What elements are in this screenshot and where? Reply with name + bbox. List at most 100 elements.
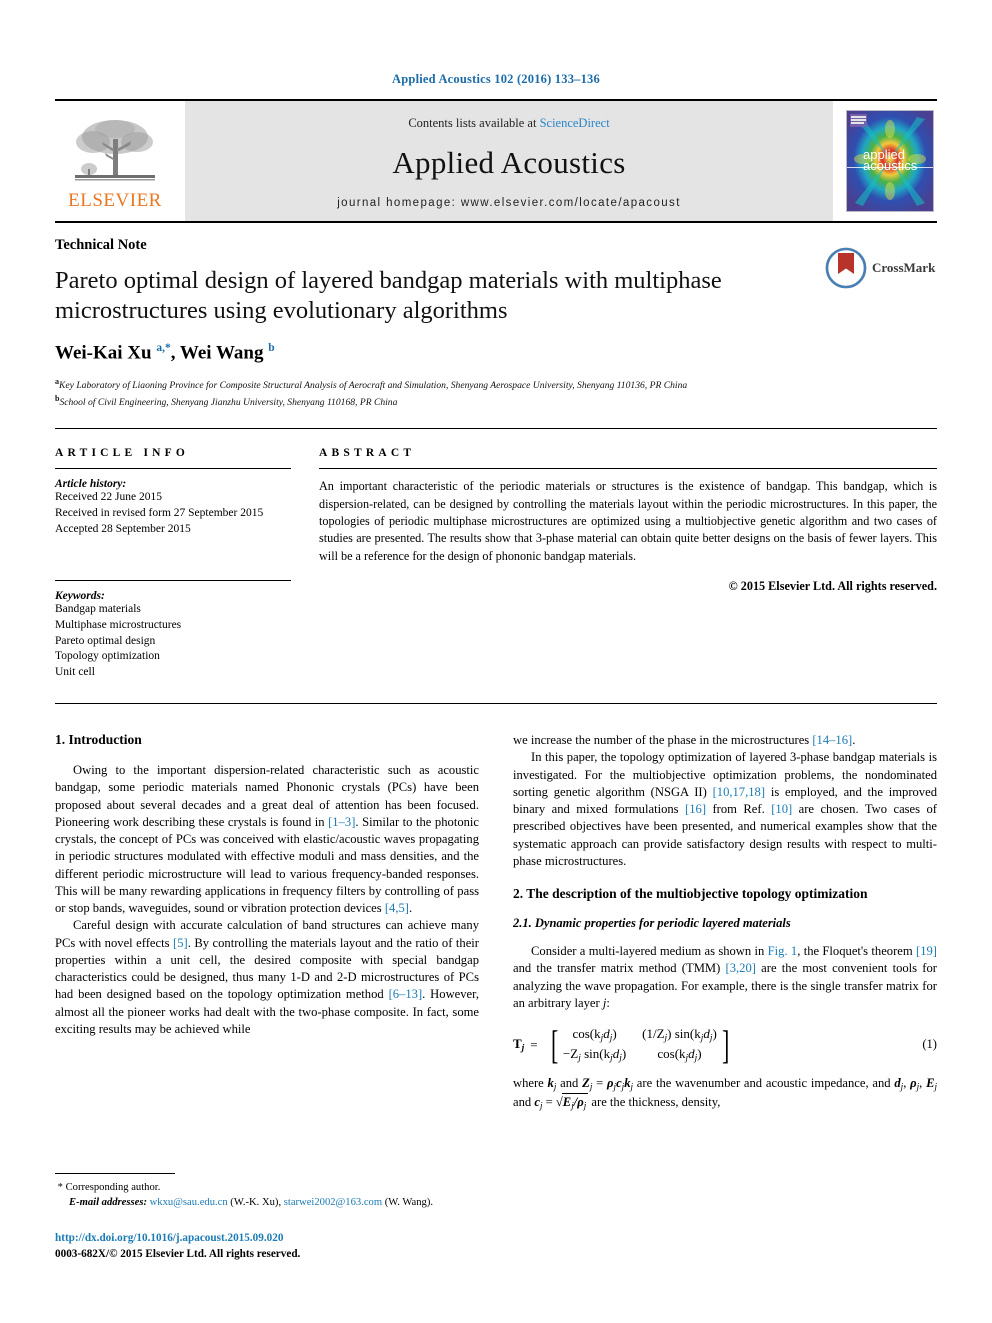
- crossmark-badge[interactable]: CrossMark: [825, 245, 937, 291]
- citation-3-20[interactable]: [3,20]: [726, 961, 756, 975]
- m12-d: ): [712, 1026, 717, 1042]
- m12-b: ) sin(k: [667, 1026, 701, 1042]
- email-link-2[interactable]: starwei2002@163.com: [284, 1197, 382, 1208]
- affil-b-text: School of Civil Engineering, Shenyang Ji…: [59, 397, 398, 409]
- journal-band: Contents lists available at ScienceDirec…: [185, 101, 833, 221]
- s21-part-c: and the transfer matrix method (TMM): [513, 961, 726, 976]
- article-info-heading: ARTICLE INFO: [55, 447, 190, 460]
- ae-E: E: [926, 1076, 935, 1091]
- sqrt-E: E: [562, 1095, 572, 1110]
- intro-paragraph-4: In this paper, the topology optimization…: [513, 749, 937, 870]
- intro-p1-part-c: .: [408, 901, 413, 916]
- after-equation-paragraph: where kj and Zj = ρjcjkj are the wavenum…: [513, 1075, 937, 1112]
- citation-10-17-18[interactable]: [10,17,18]: [713, 785, 765, 799]
- abstract-text: An important characteristic of the perio…: [319, 479, 937, 563]
- journal-cover-thumbnail: applied acoustics: [843, 101, 937, 221]
- citation-1-3[interactable]: [1–3]: [328, 815, 355, 829]
- keywords-label: Keywords:: [55, 589, 105, 602]
- m22-c: ): [697, 1045, 702, 1061]
- intro-p1-part-b: . Similar to the photonic crystals, the …: [55, 814, 480, 916]
- author-separator: , Wei Wang: [170, 342, 269, 364]
- m11-c: ): [612, 1026, 617, 1042]
- paper-page: Applied Acoustics 102 (2016) 133–136 ELS…: [0, 0, 992, 1323]
- s21-part-b: , the Floquet's theorem: [797, 944, 917, 959]
- author-1-name: Wei-Kai Xu: [55, 342, 157, 364]
- right-column: we increase the number of the phase in t…: [513, 732, 937, 1262]
- email-note: E-mail addresses: wkxu@sau.edu.cn (W.-K.…: [55, 1195, 479, 1210]
- ae-h: =: [542, 1095, 556, 1110]
- journal-homepage[interactable]: journal homepage: www.elsevier.com/locat…: [337, 197, 681, 209]
- body-columns: 1. Introduction Owing to the important d…: [55, 732, 937, 1262]
- m21-b: sin(k: [580, 1045, 611, 1061]
- sciencedirect-link[interactable]: ScienceDirect: [540, 116, 610, 130]
- m22-a: cos(k: [657, 1045, 686, 1061]
- citation-16[interactable]: [16]: [685, 802, 706, 816]
- footnote-rule: [55, 1172, 175, 1174]
- matrix-left-bracket: [: [550, 1021, 558, 1067]
- section-2-1-paragraph-1: Consider a multi-layered medium as shown…: [513, 943, 937, 1012]
- keyword-item: Bandgap materials: [55, 602, 141, 615]
- citation-4-5[interactable]: [4,5]: [385, 901, 409, 915]
- equation-1-number: (1): [922, 1037, 937, 1052]
- document-type-label: Technical Note: [55, 237, 147, 253]
- equation-1-row: Tj = [ cos(kjdj) (1/Zj) sin(kjdj) −Zj si…: [513, 1021, 937, 1067]
- article-info-column: ARTICLE INFO Article history: Received 2…: [55, 447, 291, 681]
- ae-d: are the wavenumber and acoustic impedanc…: [633, 1076, 895, 1091]
- contents-available-line: Contents lists available at ScienceDirec…: [408, 116, 609, 131]
- article-info-rule: [55, 468, 291, 470]
- ae-Esub: j: [934, 1081, 938, 1092]
- matrix-cell-11: cos(kjdj): [563, 1026, 626, 1044]
- figure-reference-fig1[interactable]: Fig. 1: [768, 944, 798, 958]
- corresponding-author-note: * Corresponding author.: [55, 1180, 479, 1195]
- author-2-affil-marker[interactable]: b: [268, 342, 274, 354]
- contents-prefix: Contents lists available at: [408, 115, 540, 130]
- history-item: Received 22 June 2015: [55, 491, 162, 504]
- citation-10[interactable]: [10]: [771, 802, 792, 816]
- doi-link[interactable]: http://dx.doi.org/10.1016/j.apacoust.201…: [55, 1232, 283, 1244]
- author-1-affil-marker[interactable]: a,*: [156, 342, 170, 354]
- m21-a: −Z: [562, 1045, 579, 1061]
- citation-6-13[interactable]: [6–13]: [389, 987, 423, 1001]
- s21-part-f: :: [606, 995, 610, 1010]
- matrix-cell-22: cos(kjdj): [642, 1046, 717, 1064]
- intro-paragraph-2: Careful design with accurate calculation…: [55, 917, 479, 1038]
- ae-z: Z: [582, 1076, 590, 1091]
- crossmark-icon: [825, 247, 867, 289]
- sqrt-radicand: Ej/ρj: [561, 1093, 589, 1112]
- keyword-item: Multiphase microstructures: [55, 618, 182, 631]
- page-title: Pareto optimal design of layered bandgap…: [55, 267, 722, 324]
- intro-paragraph-3: we increase the number of the phase in t…: [513, 732, 937, 749]
- matrix-grid: cos(kjdj) (1/Zj) sin(kjdj) −Zj sin(kjdj)…: [561, 1026, 719, 1063]
- journal-masthead: ELSEVIER Contents lists available at Sci…: [55, 99, 937, 221]
- equation-lhs: Tj: [513, 1036, 524, 1054]
- elsevier-logo: ELSEVIER: [55, 101, 175, 221]
- section-heading-introduction: 1. Introduction: [55, 732, 142, 748]
- affiliation-b: bSchool of Civil Engineering, Shenyang J…: [55, 393, 937, 410]
- keyword-item: Pareto optimal design: [55, 634, 156, 647]
- citation-5[interactable]: [5]: [173, 936, 188, 950]
- citation-19[interactable]: [19]: [916, 944, 937, 958]
- equation-lhs-subscript: j: [521, 1043, 525, 1054]
- keyword-item: Unit cell: [55, 666, 95, 679]
- equation-equals: =: [530, 1036, 538, 1052]
- matrix-right-bracket: ]: [721, 1021, 730, 1067]
- abstract-heading: ABSTRACT: [319, 447, 416, 460]
- abstract-copyright: © 2015 Elsevier Ltd. All rights reserved…: [728, 578, 937, 593]
- svg-text:acoustics: acoustics: [863, 158, 918, 173]
- section-heading-2: 2. The description of the multiobjective…: [513, 886, 868, 902]
- ae-c: =: [592, 1076, 608, 1091]
- author-list: Wei-Kai Xu a,*, Wei Wang b: [55, 342, 937, 364]
- running-head: Applied Acoustics 102 (2016) 133–136: [392, 72, 600, 86]
- email-2-owner: (W. Wang).: [382, 1196, 434, 1208]
- abstract-column: ABSTRACT An important characteristic of …: [319, 447, 937, 681]
- subsection-heading-2-1: 2.1. Dynamic properties for periodic lay…: [513, 916, 791, 931]
- ae-i: are the thickness, density,: [588, 1095, 721, 1110]
- email-1-owner: (W.-K. Xu),: [227, 1196, 284, 1208]
- m21-d: ): [621, 1045, 627, 1061]
- equation-1-body: Tj = [ cos(kjdj) (1/Zj) sin(kjdj) −Zj si…: [513, 1021, 922, 1067]
- citation-14-16[interactable]: [14–16]: [812, 733, 852, 747]
- email-link-1[interactable]: wkxu@sau.edu.cn: [150, 1197, 228, 1208]
- history-item: Accepted 28 September 2015: [55, 522, 191, 535]
- sqrt-rhosub: j: [583, 1100, 587, 1111]
